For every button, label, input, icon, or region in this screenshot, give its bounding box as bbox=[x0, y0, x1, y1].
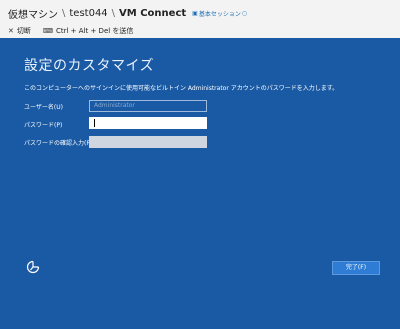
username-field: Administrator bbox=[89, 100, 207, 112]
text-cursor bbox=[94, 118, 95, 127]
password-field[interactable] bbox=[89, 117, 207, 129]
toolbar: ✕ 切断 ⌨ Ctrl + Alt + Del を送信 bbox=[8, 24, 145, 37]
password-label: パスワード(P) bbox=[24, 122, 63, 129]
disconnect-button[interactable]: ✕ 切断 bbox=[8, 26, 31, 36]
username-label: ユーザー名(U) bbox=[24, 104, 63, 111]
disconnect-label: 切断 bbox=[16, 26, 31, 35]
confirm-password-field[interactable] bbox=[89, 136, 207, 148]
breadcrumb-item-vm-connect: VM Connect bbox=[119, 7, 187, 19]
breadcrumb-item-vm[interactable]: test044 bbox=[69, 8, 107, 19]
session-mode-label: 基本セッション bbox=[198, 10, 241, 18]
send-ctrl-alt-del-button[interactable]: ⌨ Ctrl + Alt + Del を送信 bbox=[43, 26, 134, 36]
session-mode-link[interactable]: ▣ 基本セッション ○ bbox=[192, 9, 247, 18]
breadcrumb-separator: \ bbox=[111, 7, 116, 19]
breadcrumb-item-vms[interactable]: 仮想マシン bbox=[8, 6, 58, 21]
breadcrumb-separator: \ bbox=[62, 7, 66, 19]
chevron-icon: ○ bbox=[241, 9, 248, 17]
page-title: 設定のカスタマイズ bbox=[24, 58, 155, 74]
close-icon: ✕ bbox=[8, 26, 14, 35]
send-ctrl-alt-del-label: Ctrl + Alt + Del を送信 bbox=[55, 26, 134, 35]
keyboard-icon: ⌨ bbox=[42, 26, 53, 35]
finish-button[interactable]: 完了(F) bbox=[332, 261, 380, 275]
breadcrumb: 仮想マシン \ test044 \ VM Connect ▣ 基本セッション ○ bbox=[8, 5, 247, 21]
description-text: このコンピューターへのサインインに使用可能なビルトイン Administrato… bbox=[24, 85, 339, 92]
ease-of-access-icon[interactable] bbox=[26, 259, 40, 274]
monitor-icon: ▣ bbox=[192, 9, 198, 17]
confirm-password-label: パスワードの確認入力(R) bbox=[24, 140, 93, 147]
vm-screen[interactable] bbox=[0, 38, 400, 329]
vm-connect-header: 仮想マシン \ test044 \ VM Connect ▣ 基本セッション ○… bbox=[0, 0, 400, 38]
